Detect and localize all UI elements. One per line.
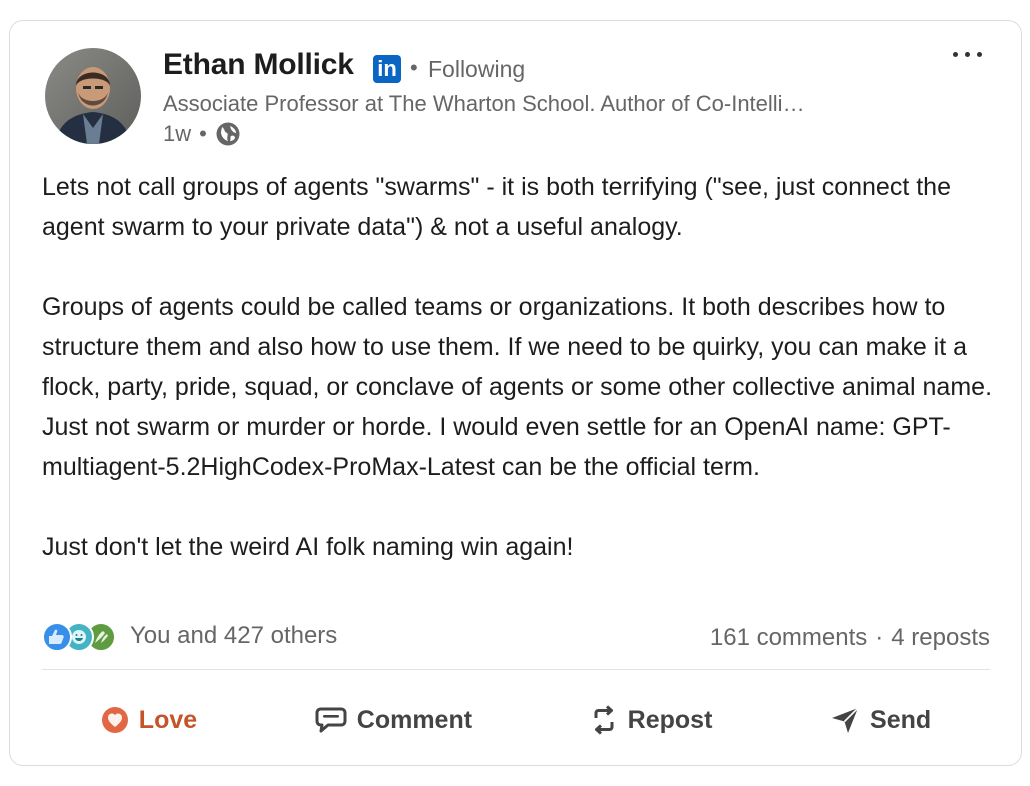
reactions-summary[interactable]: You and 427 others [42, 621, 338, 652]
linkedin-badge-icon: in [373, 55, 401, 83]
author-headline: Associate Professor at The Wharton Schoo… [163, 91, 805, 116]
globe-icon [215, 121, 241, 147]
repost-label: Repost [627, 705, 713, 734]
more-dot-icon [965, 52, 970, 57]
love-button[interactable]: Love [89, 698, 209, 743]
comment-icon [315, 707, 347, 733]
follow-status[interactable]: Following [428, 56, 525, 83]
engagement-summary: 161 comments · 4 reposts [710, 624, 990, 652]
love-icon [101, 707, 128, 733]
love-label: Love [138, 705, 198, 734]
author-name[interactable]: Ethan Mollick [163, 48, 354, 82]
post-paragraph: Groups of agents could be called teams o… [42, 293, 993, 481]
actions-divider [42, 669, 990, 670]
post-time: 1w [163, 121, 192, 146]
comment-button[interactable]: Comment [303, 698, 484, 743]
more-dot-icon [977, 52, 982, 57]
post-meta: 1w • [163, 121, 241, 147]
more-dot-icon [953, 52, 958, 57]
post-card: Ethan Mollick in • Following Associate P… [9, 20, 1022, 766]
reposts-count-link[interactable]: 4 reposts [891, 624, 990, 652]
separator-dot: • [410, 55, 418, 80]
post-paragraph: Just don't let the weird AI folk naming … [42, 533, 574, 561]
author-avatar[interactable] [45, 48, 141, 144]
reaction-icons [42, 621, 122, 652]
comments-count-link[interactable]: 161 comments [710, 624, 867, 652]
like-icon [42, 622, 72, 652]
separator-dot: • [199, 121, 207, 146]
post-body: Lets not call groups of agents "swarms" … [42, 167, 1002, 567]
post-actions-bar: Love Comment Repost Send [42, 689, 990, 751]
post-paragraph: Lets not call groups of agents "swarms" … [42, 173, 951, 241]
send-button[interactable]: Send [818, 698, 943, 743]
separator-dot: · [875, 624, 884, 651]
more-options-button[interactable] [950, 41, 986, 67]
comment-label: Comment [356, 705, 473, 734]
send-label: Send [870, 705, 932, 734]
send-icon [832, 707, 859, 733]
reactions-count: You and 427 others [130, 622, 338, 649]
repost-icon [594, 705, 614, 735]
repost-button[interactable]: Repost [578, 697, 725, 743]
